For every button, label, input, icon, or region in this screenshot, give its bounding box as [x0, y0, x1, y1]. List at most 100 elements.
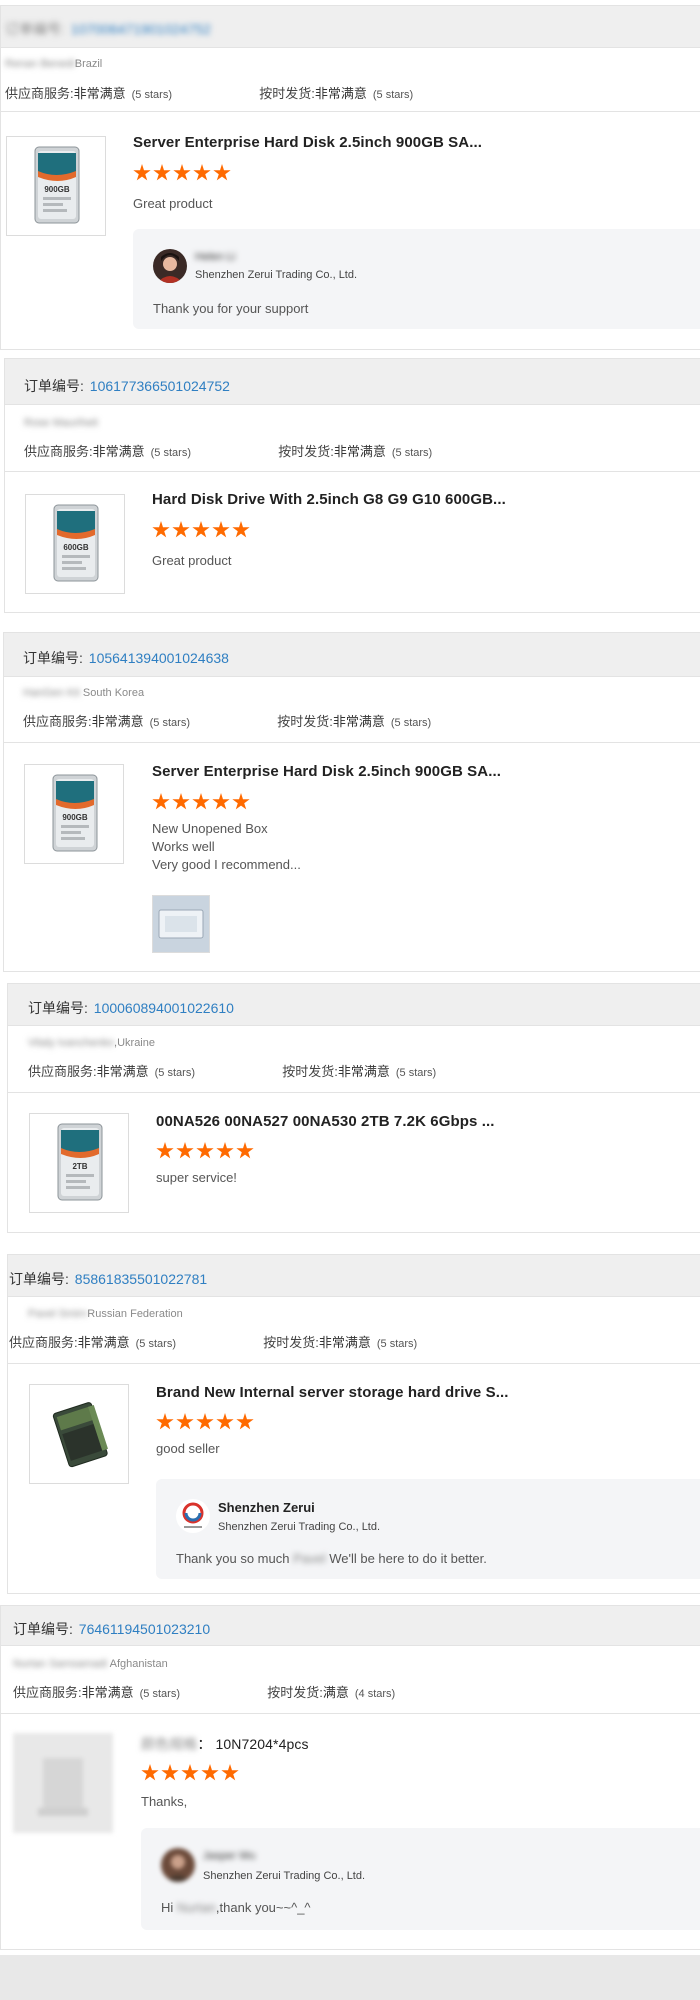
- star-icon: [212, 521, 230, 538]
- seller-reply: Shenzhen Zerui Shenzhen Zerui Trading Co…: [156, 1479, 700, 1579]
- product-thumbnail[interactable]: 2TB: [29, 1113, 129, 1213]
- product-title-link[interactable]: Server Enterprise Hard Disk 2.5inch 900G…: [133, 134, 482, 151]
- review-stars: [141, 1764, 239, 1782]
- product-thumbnail[interactable]: [29, 1384, 129, 1484]
- rating-row: 供应商服务:非常满意 (5 stars) 按时发货:满意 (4 stars): [13, 1685, 396, 1700]
- seller-reply: Helen Li Shenzhen Zerui Trading Co., Ltd…: [133, 229, 700, 329]
- order-number-link[interactable]: 105641394001024638: [89, 650, 229, 666]
- star-icon: [141, 1764, 159, 1781]
- star-icon: [232, 793, 250, 810]
- review-card: 订单编号: 85861835501022781 Pavel SmirnRussi…: [7, 1254, 700, 1594]
- seller-company: Shenzhen Zerui Trading Co., Ltd.: [218, 1521, 381, 1533]
- star-icon: [236, 1142, 254, 1159]
- rating-row: 供应商服务:非常满意 (5 stars) 按时发货:非常满意 (5 stars): [23, 714, 432, 729]
- delivery-rating-text: 非常满意: [337, 1064, 390, 1079]
- product-title-link[interactable]: Brand New Internal server storage hard d…: [156, 1384, 509, 1401]
- review-comment: Great product: [133, 196, 213, 211]
- star-icon: [133, 164, 151, 181]
- star-icon: [156, 1142, 174, 1159]
- reply-text: Hi Nurtan,thank you~~^_^: [161, 1900, 311, 1915]
- review-stars: [156, 1413, 254, 1431]
- hard-drive-icon: 2TB: [57, 1123, 103, 1201]
- star-icon: [221, 1764, 239, 1781]
- product-thumbnail[interactable]: [13, 1733, 113, 1833]
- buyer-name: Nurtan Samsamadi: [13, 1658, 110, 1670]
- product-title-link[interactable]: Hard Disk Drive With 2.5inch G8 G9 G10 6…: [152, 491, 506, 508]
- buyer-name: HanGen Kit: [23, 687, 83, 699]
- reply-text: Thank you for your support: [153, 301, 309, 316]
- order-number-link[interactable]: 85861835501022781: [75, 1271, 207, 1287]
- order-number-link[interactable]: 107006471901024752: [71, 21, 211, 37]
- star-icon: [216, 1413, 234, 1430]
- star-icon: [172, 521, 190, 538]
- package-photo-icon: [153, 896, 209, 952]
- review-stars: [133, 164, 231, 182]
- star-icon: [232, 521, 250, 538]
- hard-drive-icon: 900GB: [52, 774, 98, 852]
- rating-row: 供应商服务:非常满意 (5 stars) 按时发货:非常满意 (5 stars): [9, 1335, 418, 1350]
- blurred-product-image: [38, 1758, 88, 1816]
- review-comment-line: New Unopened Box: [152, 821, 268, 836]
- delivery-rating-text: 满意: [322, 1685, 349, 1700]
- review-photo-attachment[interactable]: [152, 895, 210, 953]
- star-icon: [173, 164, 191, 181]
- delivery-rating-text: 非常满意: [318, 1335, 371, 1350]
- buyer-country: Afghanistan: [109, 1658, 168, 1670]
- product-spec-label: 颜色规格: [141, 1736, 198, 1752]
- star-icon: [156, 1413, 174, 1430]
- seller-company: Shenzhen Zerui Trading Co., Ltd.: [203, 1870, 366, 1882]
- svg-text:600GB: 600GB: [63, 543, 89, 552]
- supplier-rating-text: 非常满意: [92, 444, 145, 459]
- review-comment: Thanks,: [141, 1794, 188, 1809]
- buyer-name: Renan Benedi: [5, 58, 75, 70]
- star-icon: [153, 164, 171, 181]
- review-stars: [152, 793, 250, 811]
- star-icon: [196, 1413, 214, 1430]
- seller-name: Shenzhen Zerui: [218, 1500, 315, 1515]
- product-title-link[interactable]: 00NA526 00NA527 00NA530 2TB 7.2K 6Gbps .…: [156, 1113, 495, 1130]
- review-comment: Great product: [152, 553, 232, 568]
- order-prefix-label: 订单编号:: [24, 378, 84, 394]
- product-thumbnail[interactable]: 900GB: [24, 764, 124, 864]
- product-thumbnail[interactable]: 600GB: [25, 494, 125, 594]
- order-header: 订单编号: 107006471901024752: [1, 6, 700, 48]
- seller-name: Jasper Wu: [203, 1850, 256, 1862]
- star-icon: [176, 1413, 194, 1430]
- star-icon: [196, 1142, 214, 1159]
- review-card: 订单编号: 106177366501024752 Rose Mauriheit …: [4, 358, 700, 613]
- delivery-rating-text: 非常满意: [332, 714, 385, 729]
- order-prefix-label: 订单编号:: [23, 650, 83, 666]
- order-prefix-label: 订单编号:: [28, 1000, 88, 1016]
- review-comment: good seller: [156, 1441, 220, 1456]
- order-number-link[interactable]: 106177366501024752: [90, 378, 230, 394]
- svg-text:900GB: 900GB: [62, 813, 88, 822]
- review-comment: super service!: [156, 1170, 237, 1185]
- star-icon: [181, 1764, 199, 1781]
- supplier-rating-text: 非常满意: [73, 86, 126, 101]
- hard-drive-icon: 600GB: [53, 504, 99, 582]
- order-number-link[interactable]: 100060894001022610: [94, 1000, 234, 1016]
- order-prefix-label: 订单编号:: [9, 1271, 69, 1287]
- star-icon: [193, 164, 211, 181]
- rating-row: 供应商服务:非常满意 (5 stars) 按时发货:非常满意 (5 stars): [24, 444, 433, 459]
- star-icon: [192, 793, 210, 810]
- review-comment-line: Works well: [152, 839, 215, 854]
- product-thumbnail[interactable]: 900GB: [6, 136, 106, 236]
- star-icon: [212, 793, 230, 810]
- supplier-rating-text: 非常满意: [77, 1335, 130, 1350]
- seller-logo: [176, 1499, 210, 1533]
- star-icon: [213, 164, 231, 181]
- star-icon: [152, 793, 170, 810]
- star-icon: [172, 793, 190, 810]
- delivery-rating-text: 非常满意: [333, 444, 386, 459]
- review-stars: [152, 521, 250, 539]
- product-title-link[interactable]: Server Enterprise Hard Disk 2.5inch 900G…: [152, 763, 501, 780]
- svg-text:900GB: 900GB: [44, 185, 70, 194]
- svg-text:2TB: 2TB: [72, 1162, 87, 1171]
- page-footer-bar: [0, 1955, 700, 2000]
- buyer-country: Brazil: [74, 58, 103, 70]
- review-card: 订单编号: 100060894001022610 Vitaly Ivanchen…: [7, 983, 700, 1233]
- order-header: 订单编号: 76461194501023210: [1, 1606, 700, 1646]
- order-number-link[interactable]: 76461194501023210: [79, 1621, 210, 1637]
- order-header: 订单编号: 100060894001022610: [8, 984, 700, 1026]
